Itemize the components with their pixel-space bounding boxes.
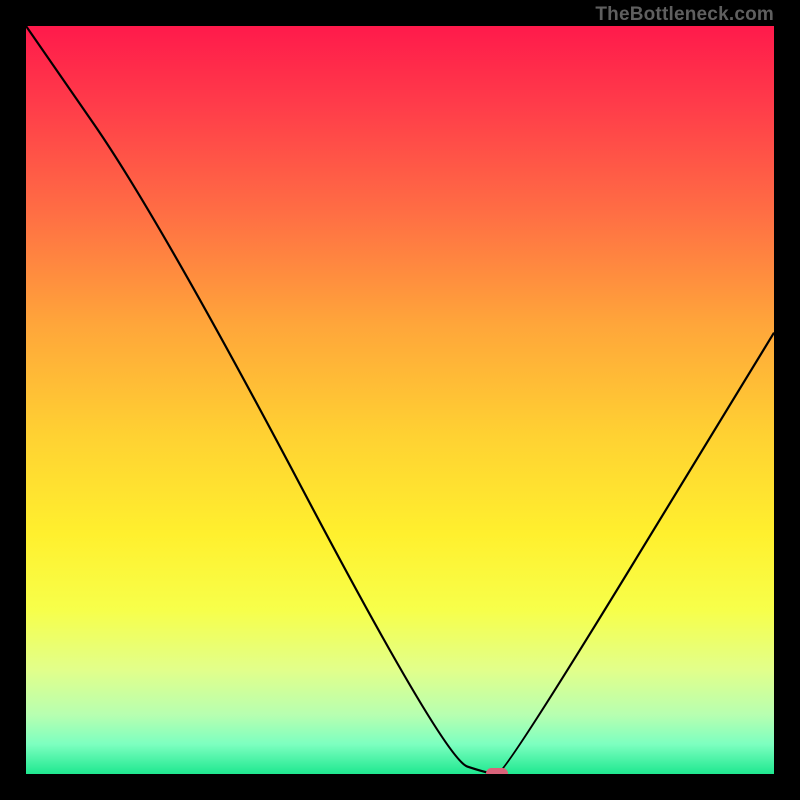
minimum-marker [486, 768, 508, 774]
plot-area [26, 26, 774, 774]
chart-container: TheBottleneck.com [0, 0, 800, 800]
bottleneck-curve [26, 26, 774, 774]
watermark-text: TheBottleneck.com [595, 4, 774, 26]
